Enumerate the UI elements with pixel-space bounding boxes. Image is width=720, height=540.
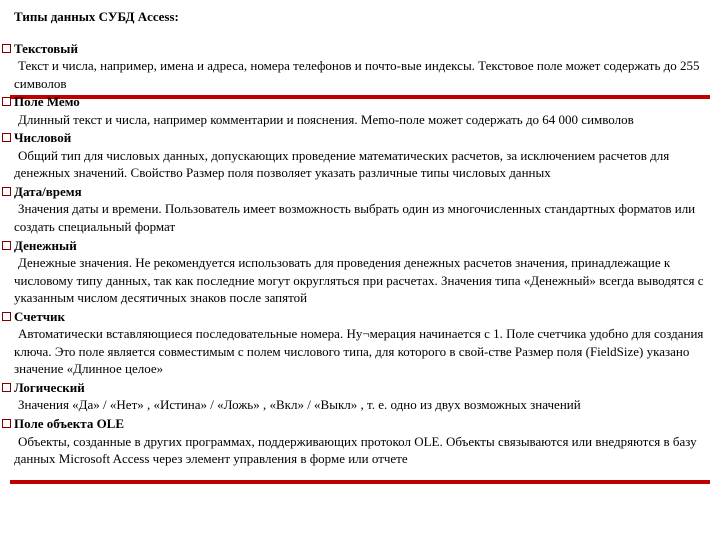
term-text: Дата/время [14,184,82,199]
term: Поле Мемо [14,93,706,111]
entry: Поле Мемо Длинный текст и числа, наприме… [14,93,706,128]
bullet-icon [2,97,11,106]
bullet-icon [2,419,11,428]
entry: Текстовый Текст и числа, например, имена… [14,40,706,93]
entry: Поле объекта OLE Объекты, созданные в др… [14,415,706,468]
desc: Текст и числа, например, имена и адреса,… [14,57,706,92]
desc: Денежные значения. Не рекомендуется испо… [14,254,706,307]
term-text: Поле Мемо [14,94,80,109]
entry: Дата/время Значения даты и времени. Поль… [14,183,706,236]
term-text: Счетчик [14,309,65,324]
term: Дата/время [14,183,706,201]
term: Денежный [14,237,706,255]
bullet-icon [2,383,11,392]
desc: Длинный текст и числа, например коммента… [14,111,706,129]
term-text: Текстовый [14,41,78,56]
term: Текстовый [14,40,706,58]
term: Счетчик [14,308,706,326]
bullet-icon [2,312,11,321]
desc: Значения «Да» / «Нет» , «Истина» / «Ложь… [14,396,706,414]
divider-bottom [10,480,710,484]
term: Числовой [14,129,706,147]
term-text: Числовой [14,130,71,145]
bullet-icon [2,44,11,53]
page-title: Типы данных СУБД Access: [14,8,706,26]
entry: Логический Значения «Да» / «Нет» , «Исти… [14,379,706,414]
entry: Счетчик Автоматически вставляющиеся посл… [14,308,706,378]
desc: Автоматически вставляющиеся последовател… [14,325,706,378]
term-text: Логический [14,380,85,395]
term-text: Денежный [14,238,77,253]
desc: Значения даты и времени. Пользователь им… [14,200,706,235]
entry: Числовой Общий тип для числовых данных, … [14,129,706,182]
entry: Денежный Денежные значения. Не рекоменду… [14,237,706,307]
term-text: Поле объекта OLE [14,416,124,431]
term: Логический [14,379,706,397]
desc: Общий тип для числовых данных, допускающ… [14,147,706,182]
bullet-icon [2,133,11,142]
entries-block: Текстовый Текст и числа, например, имена… [14,40,706,468]
term: Поле объекта OLE [14,415,706,433]
desc: Объекты, созданные в других программах, … [14,433,706,468]
bullet-icon [2,187,11,196]
bullet-icon [2,241,11,250]
